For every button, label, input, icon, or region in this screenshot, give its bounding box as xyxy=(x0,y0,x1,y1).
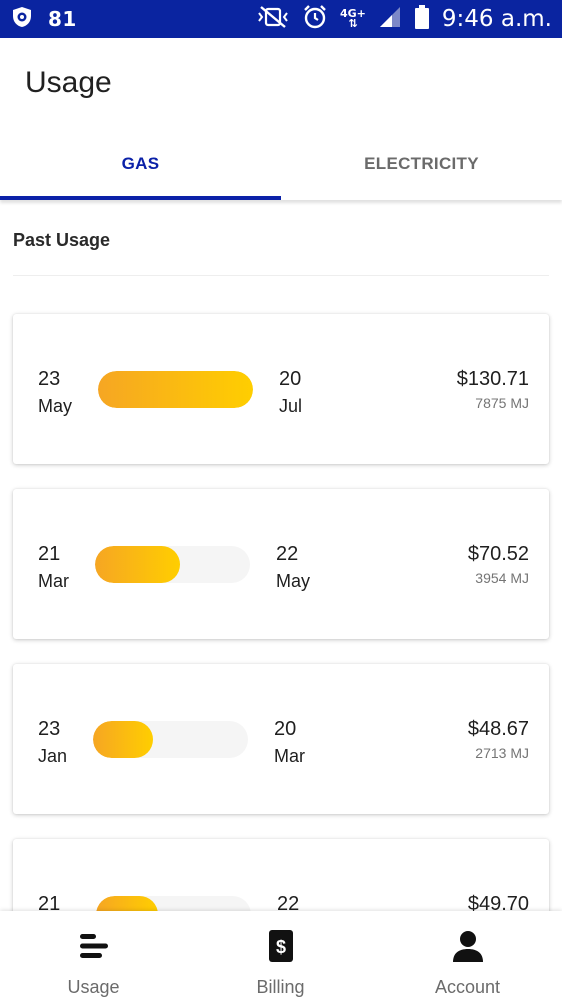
end-date: 20 Mar xyxy=(274,716,305,770)
usage-bar-fill xyxy=(93,721,154,758)
active-tab-indicator xyxy=(0,196,281,200)
usage-bar xyxy=(95,546,250,583)
fuel-tabs: GAS ELECTRICITY xyxy=(0,128,562,200)
nav-billing-label: Billing xyxy=(256,977,305,997)
tab-electricity[interactable]: ELECTRICITY xyxy=(281,128,562,200)
usage-card[interactable]: 21 Mar 22 May $70.52 3954 MJ xyxy=(13,489,549,639)
start-date: 23 May xyxy=(38,366,72,420)
start-month: Jan xyxy=(38,746,68,766)
person-icon xyxy=(451,929,485,963)
tab-gas[interactable]: GAS xyxy=(0,128,281,200)
usage-bar-fill xyxy=(98,371,253,408)
energy-used: 7875 MJ xyxy=(475,395,529,411)
end-date: 22 May xyxy=(276,541,310,595)
usage-bar xyxy=(93,721,248,758)
svg-text:$: $ xyxy=(275,937,285,957)
end-day: 22 xyxy=(276,543,299,565)
energy-used: 2713 MJ xyxy=(475,745,529,761)
usage-amount: $130.71 7875 MJ xyxy=(457,368,529,411)
bottom-navigation: Usage $ Billing Account xyxy=(0,911,562,999)
usage-bar-fill xyxy=(95,546,181,583)
cost: $70.52 xyxy=(467,543,529,565)
end-month: Mar xyxy=(274,746,305,766)
start-date: 21 Mar xyxy=(38,541,69,595)
start-day: 23 xyxy=(38,718,61,740)
start-month: Mar xyxy=(38,571,69,591)
dollar-bill-icon: $ xyxy=(264,929,298,963)
end-month: Jul xyxy=(279,396,303,416)
usage-amount: $48.67 2713 MJ xyxy=(468,718,529,761)
start-date: 23 Jan xyxy=(38,716,67,770)
usage-card[interactable]: 23 Jan 20 Mar $48.67 2713 MJ xyxy=(13,664,549,814)
end-day: 20 xyxy=(279,368,302,390)
start-day: 23 xyxy=(38,368,61,390)
tab-electricity-label: ELECTRICITY xyxy=(364,154,479,173)
usage-amount: $70.52 3954 MJ xyxy=(468,543,529,586)
start-day: 21 xyxy=(38,543,61,565)
usage-bars-icon xyxy=(77,929,111,963)
nav-account[interactable]: Account xyxy=(374,911,561,999)
nav-billing[interactable]: $ Billing xyxy=(187,911,374,999)
nav-account-label: Account xyxy=(434,977,501,997)
usage-bar xyxy=(98,371,253,408)
nav-usage[interactable]: Usage xyxy=(0,911,187,999)
energy-used: 3954 MJ xyxy=(475,570,529,586)
end-day: 20 xyxy=(274,718,297,740)
end-date: 20 Jul xyxy=(279,366,302,420)
cost: $130.71 xyxy=(456,368,529,390)
nav-usage-label: Usage xyxy=(67,977,120,997)
tab-gas-label: GAS xyxy=(121,154,160,173)
usage-card[interactable]: 23 May 20 Jul $130.71 7875 MJ xyxy=(13,314,549,464)
end-month: May xyxy=(276,571,311,591)
cost: $48.67 xyxy=(467,718,529,740)
start-month: May xyxy=(38,396,73,416)
